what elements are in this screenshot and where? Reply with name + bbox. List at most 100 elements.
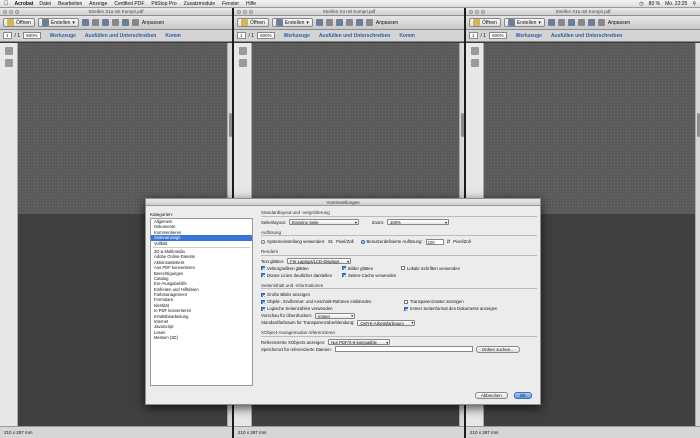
always-page-size-checkbox[interactable]: [404, 306, 408, 311]
custom-resolution-input[interactable]: 100: [425, 238, 444, 245]
zoom-select[interactable]: 600%: [257, 32, 275, 39]
adjust-button[interactable]: Anpassen: [376, 20, 398, 26]
fill-sign-pane-link[interactable]: Ausfüllen und Unterschreiben: [85, 33, 156, 39]
page-layout-select[interactable]: Einzelne Seite: [288, 219, 359, 225]
bookmarks-icon[interactable]: [239, 59, 247, 67]
cancel-button[interactable]: Abbrechen: [474, 392, 508, 399]
clock[interactable]: Mo. 22:25: [665, 1, 687, 7]
transparency-grid-checkbox[interactable]: [404, 299, 408, 304]
page-number-input[interactable]: 1: [469, 32, 478, 39]
email-icon[interactable]: [577, 19, 585, 26]
zoom-select[interactable]: 600%: [23, 32, 41, 39]
menu-app[interactable]: Acrobat: [15, 1, 34, 7]
zoom-select[interactable]: 600%: [489, 32, 507, 39]
pdf-page-view[interactable]: [484, 43, 700, 214]
menu-window[interactable]: Fenster: [222, 1, 239, 7]
thin-lines-checkbox[interactable]: [261, 273, 265, 277]
settings-gear-icon[interactable]: [587, 19, 595, 26]
bookmarks-icon[interactable]: [471, 59, 479, 67]
page-number-input[interactable]: 1: [3, 32, 12, 39]
page-thumbnails-icon[interactable]: [239, 47, 247, 55]
scrollbar-thumb[interactable]: [461, 113, 464, 137]
comment-icon[interactable]: [131, 19, 139, 26]
show-xobjects-select[interactable]: Nur PDF/X-5-kompatible: [328, 339, 391, 345]
smooth-images-checkbox[interactable]: [342, 266, 346, 270]
overprint-preview-select[interactable]: Immer: [315, 312, 356, 319]
page-number-input[interactable]: 1: [237, 32, 246, 39]
local-fonts-checkbox[interactable]: [401, 266, 405, 270]
system-resolution-radio[interactable]: [261, 239, 265, 244]
upload-cloud-icon[interactable]: [101, 19, 109, 26]
close-window-button[interactable]: [469, 10, 473, 14]
category-item[interactable]: Messen (2D): [151, 335, 252, 340]
reference-location-input[interactable]: [334, 346, 473, 352]
page-thumbnails-icon[interactable]: [471, 47, 479, 55]
page-thumbnails-icon[interactable]: [5, 47, 13, 55]
smooth-text-select[interactable]: Für Laptops/LCD-Displays: [287, 258, 352, 264]
menu-help[interactable]: Hilfe: [246, 1, 256, 7]
tools-pane-link[interactable]: Werkzeuge: [516, 33, 542, 39]
large-images-checkbox[interactable]: [261, 292, 265, 297]
save-icon[interactable]: [315, 19, 323, 26]
window-title-bar[interactable]: Streifen X1a mit Kompri.pdf: [0, 8, 232, 16]
settings-gear-icon[interactable]: [355, 19, 363, 26]
create-button[interactable]: Erstellen ▾: [37, 18, 79, 27]
art-trim-bleed-checkbox[interactable]: [261, 299, 265, 304]
tools-pane-link[interactable]: Werkzeuge: [50, 33, 76, 39]
email-icon[interactable]: [345, 19, 353, 26]
upload-cloud-icon[interactable]: [335, 19, 343, 26]
vertical-scrollbar[interactable]: [695, 43, 700, 426]
open-button[interactable]: Öffnen: [3, 18, 35, 27]
search-icon[interactable]: ⚲: [692, 1, 696, 7]
comment-icon[interactable]: [365, 19, 373, 26]
window-title-bar[interactable]: Streifen X1a mit Kompri.pdf: [466, 8, 700, 16]
open-button[interactable]: Öffnen: [469, 18, 501, 27]
blend-colorspace-select[interactable]: CMYK-Arbeitsfarbraum: [357, 319, 416, 326]
create-button[interactable]: Erstellen ▾: [271, 18, 313, 27]
fill-sign-pane-link[interactable]: Ausfüllen und Unterschreiben: [551, 33, 622, 39]
comment-pane-link[interactable]: Komm: [399, 33, 415, 39]
zoom-window-button[interactable]: [249, 10, 253, 14]
menu-edit[interactable]: Bearbeiten: [58, 1, 82, 7]
open-button[interactable]: Öffnen: [237, 18, 269, 27]
close-window-button[interactable]: [237, 10, 241, 14]
email-icon[interactable]: [111, 19, 119, 26]
smooth-vector-checkbox[interactable]: [261, 266, 265, 270]
adjust-button[interactable]: Anpassen: [608, 20, 630, 26]
settings-gear-icon[interactable]: [121, 19, 129, 26]
page-cache-checkbox[interactable]: [342, 273, 346, 277]
upload-cloud-icon[interactable]: [567, 19, 575, 26]
minimize-window-button[interactable]: [475, 10, 479, 14]
categories-list[interactable]: Allgemein Dokumente Kommentieren Seitena…: [150, 218, 253, 386]
zoom-select[interactable]: 100%: [387, 219, 450, 225]
scrollbar-thumb[interactable]: [229, 113, 232, 137]
menu-pitstop[interactable]: PitStop Pro: [151, 1, 176, 7]
print-icon[interactable]: [557, 19, 565, 26]
zoom-window-button[interactable]: [15, 10, 19, 14]
wifi-icon[interactable]: ◷: [639, 1, 643, 7]
browse-folder-button[interactable]: Ordner suchen...: [475, 345, 520, 353]
pdf-page-view[interactable]: [252, 43, 464, 214]
ok-button[interactable]: OK: [513, 392, 532, 399]
apple-icon[interactable]: : [4, 1, 9, 7]
menu-view[interactable]: Anzeige: [89, 1, 107, 7]
menu-file[interactable]: Datei: [39, 1, 51, 7]
close-window-button[interactable]: [3, 10, 7, 14]
comment-pane-link[interactable]: Komm: [165, 33, 181, 39]
resolution-stepper[interactable]: ⇵: [447, 239, 451, 245]
bookmarks-icon[interactable]: [5, 59, 13, 67]
logical-page-numbers-checkbox[interactable]: [261, 306, 265, 311]
minimize-window-button[interactable]: [9, 10, 13, 14]
save-icon[interactable]: [81, 19, 89, 26]
zoom-window-button[interactable]: [481, 10, 485, 14]
print-icon[interactable]: [91, 19, 99, 26]
battery-status[interactable]: 80 %: [649, 1, 660, 7]
custom-resolution-radio[interactable]: [360, 239, 365, 244]
menu-certified-pdf[interactable]: Certified PDF: [114, 1, 144, 7]
tools-pane-link[interactable]: Werkzeuge: [284, 33, 310, 39]
print-icon[interactable]: [325, 19, 333, 26]
minimize-window-button[interactable]: [243, 10, 247, 14]
pdf-page-view[interactable]: [18, 43, 232, 214]
comment-icon[interactable]: [597, 19, 605, 26]
menu-plugins[interactable]: Zusatzmodule: [184, 1, 215, 7]
